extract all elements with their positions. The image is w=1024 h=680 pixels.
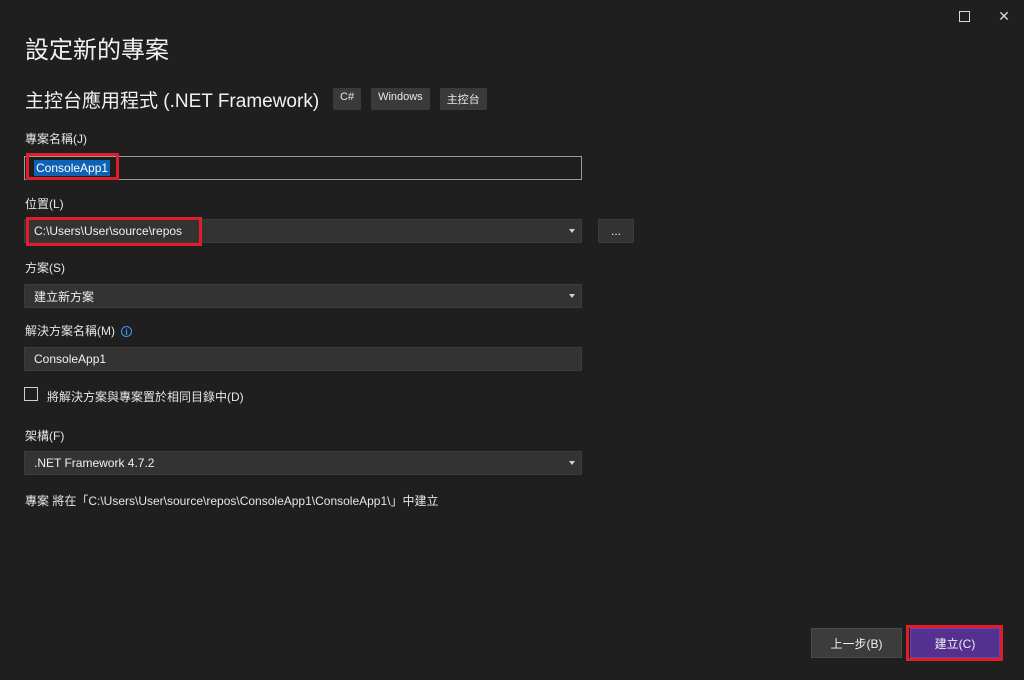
tag-language: C# [333, 88, 362, 110]
same-directory-checkbox[interactable] [24, 387, 38, 401]
maximize-button[interactable] [947, 6, 981, 26]
solution-label: 方案(S) [25, 261, 65, 275]
framework-label: 架構(F) [25, 429, 65, 443]
chevron-down-icon [569, 461, 575, 465]
info-icon[interactable]: i [121, 326, 132, 338]
project-name-value: ConsoleApp1 [34, 160, 111, 176]
solution-name-value: ConsoleApp1 [34, 352, 107, 366]
close-icon: ✕ [998, 7, 1010, 24]
project-name-input[interactable]: ConsoleApp1 [24, 156, 582, 180]
framework-value: .NET Framework 4.7.2 [34, 456, 155, 470]
chevron-down-icon [569, 229, 575, 233]
page-title: 設定新的專案 [25, 37, 169, 64]
framework-dropdown[interactable]: .NET Framework 4.7.2 [24, 451, 582, 475]
back-button[interactable]: 上一步(B) [811, 628, 902, 658]
solution-name-label: 解決方案名稱(M) [25, 324, 115, 338]
solution-name-label-row: 解決方案名稱(M) i [25, 322, 132, 339]
location-label: 位置(L) [25, 197, 64, 211]
close-button[interactable]: ✕ [987, 6, 1021, 26]
solution-value: 建立新方案 [34, 289, 95, 304]
solution-name-input[interactable]: ConsoleApp1 [24, 347, 582, 371]
create-button[interactable]: 建立(C) [910, 628, 1000, 658]
chevron-down-icon [569, 294, 575, 298]
location-value: C:\Users\User\source\repos [34, 224, 183, 238]
browse-button[interactable]: ... [598, 219, 634, 243]
maximize-icon [958, 10, 970, 22]
template-name: 主控台應用程式 (.NET Framework) [25, 91, 320, 112]
location-dropdown[interactable]: C:\Users\User\source\repos [24, 219, 582, 243]
same-directory-label[interactable]: 將解決方案與專案置於相同目錄中(D) [47, 388, 244, 405]
solution-dropdown[interactable]: 建立新方案 [24, 284, 582, 308]
project-location-summary: 專案 將在「C:\Users\User\source\repos\Console… [25, 494, 439, 508]
template-tags: C# Windows 主控台 [333, 88, 487, 110]
tag-platform: Windows [371, 88, 430, 110]
tag-project-type: 主控台 [439, 88, 487, 110]
project-name-label: 專案名稱(J) [25, 132, 87, 146]
